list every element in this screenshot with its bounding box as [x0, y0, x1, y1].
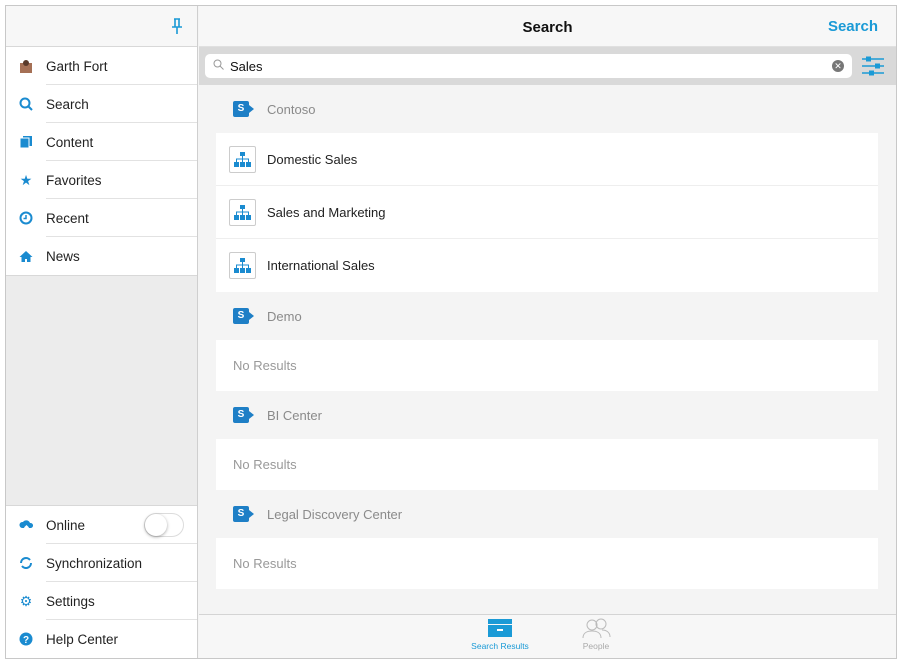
search-bar: ✕	[199, 47, 896, 85]
sidebar-item-content[interactable]: Content	[6, 123, 197, 161]
sidebar-item-label: Help Center	[46, 631, 119, 647]
group-header-contoso[interactable]: S Contoso	[199, 85, 896, 133]
search-results: S Contoso Domestic Sales Sales and Market…	[199, 85, 896, 614]
group-header-demo[interactable]: S Demo	[199, 292, 896, 340]
group-name: Demo	[267, 308, 302, 324]
sidebar-item-label: Search	[46, 96, 89, 112]
sharepoint-icon: S	[233, 407, 254, 423]
sidebar: Garth Fort Search Content ★ Favorites Re…	[6, 6, 198, 658]
sidebar-item-online: Online	[6, 506, 197, 544]
search-icon	[6, 97, 46, 111]
result-label: Domestic Sales	[267, 151, 358, 167]
search-icon	[213, 59, 224, 73]
svg-text:?: ?	[23, 635, 29, 646]
sidebar-item-label: News	[46, 248, 80, 264]
search-field[interactable]: ✕	[205, 54, 852, 78]
home-icon	[6, 250, 46, 263]
group-name: BI Center	[267, 407, 322, 423]
main-panel: Search Search ✕ S Contoso Domestic Sales …	[199, 6, 896, 658]
cloud-upload-icon	[6, 519, 46, 532]
result-row[interactable]: International Sales	[216, 239, 878, 292]
site-hierarchy-icon	[229, 145, 256, 173]
sidebar-item-search[interactable]: Search	[6, 85, 197, 123]
group-header-bi-center[interactable]: S BI Center	[199, 391, 896, 439]
sidebar-item-recent[interactable]: Recent	[6, 199, 197, 237]
group-name: Contoso	[267, 101, 316, 117]
help-icon: ?	[6, 632, 46, 646]
people-icon	[582, 618, 611, 638]
sharepoint-icon: S	[233, 308, 254, 324]
tab-bar: Search Results People	[199, 614, 896, 658]
sidebar-item-label: Synchronization	[46, 555, 143, 571]
sidebar-item-help-center[interactable]: ? Help Center	[6, 620, 197, 658]
group-header-legal-discovery-center[interactable]: S Legal Discovery Center	[199, 490, 896, 538]
search-input[interactable]	[230, 58, 820, 74]
no-results-text: No Results	[233, 358, 297, 373]
site-hierarchy-icon	[229, 198, 256, 226]
result-row[interactable]: Sales and Marketing	[216, 186, 878, 239]
sidebar-item-label: Favorites	[46, 172, 102, 188]
sidebar-item-user[interactable]: Garth Fort	[6, 47, 197, 85]
content-icon	[6, 135, 46, 149]
clear-icon[interactable]: ✕	[832, 60, 844, 72]
sharepoint-icon: S	[233, 506, 254, 522]
inbox-tray-icon	[488, 619, 512, 637]
app-window: Garth Fort Search Content ★ Favorites Re…	[5, 5, 897, 659]
sync-icon	[6, 556, 46, 570]
sharepoint-icon: S	[233, 101, 254, 117]
sidebar-item-synchronization[interactable]: Synchronization	[6, 544, 197, 582]
avatar	[6, 59, 46, 73]
group-name: Legal Discovery Center	[267, 506, 403, 522]
no-results-text: No Results	[233, 457, 297, 472]
sidebar-item-settings[interactable]: ⚙ Settings	[6, 582, 197, 620]
sidebar-item-label: Settings	[46, 593, 95, 609]
sidebar-item-label: Recent	[46, 210, 89, 226]
nav-bar: Search Search	[199, 6, 896, 47]
filter-settings-icon[interactable]	[862, 56, 884, 81]
clock-icon	[6, 211, 46, 225]
star-icon: ★	[19, 171, 33, 188]
pin-icon[interactable]	[171, 18, 183, 40]
result-label: International Sales	[267, 258, 375, 273]
site-hierarchy-icon	[229, 252, 256, 279]
sidebar-item-label: Online	[46, 517, 86, 533]
tab-people[interactable]: People	[556, 618, 636, 651]
no-results-text: No Results	[233, 556, 297, 571]
sidebar-item-label: Content	[46, 134, 94, 150]
gear-icon: ⚙	[19, 592, 33, 609]
result-row[interactable]: Domestic Sales	[216, 133, 878, 186]
result-label: Sales and Marketing	[267, 204, 386, 220]
sidebar-item-news[interactable]: News	[6, 237, 197, 275]
tab-label: People	[582, 641, 610, 651]
tab-search-results[interactable]: Search Results	[460, 618, 540, 651]
sidebar-item-favorites[interactable]: ★ Favorites	[6, 161, 197, 199]
user-name: Garth Fort	[46, 58, 108, 74]
page-title: Search	[522, 19, 573, 36]
result-card: Domestic Sales Sales and Marketing Inter…	[216, 133, 878, 292]
tab-label: Search Results	[471, 641, 529, 651]
sidebar-header	[6, 6, 197, 47]
search-button[interactable]: Search	[828, 18, 878, 35]
online-toggle[interactable]	[144, 513, 184, 537]
